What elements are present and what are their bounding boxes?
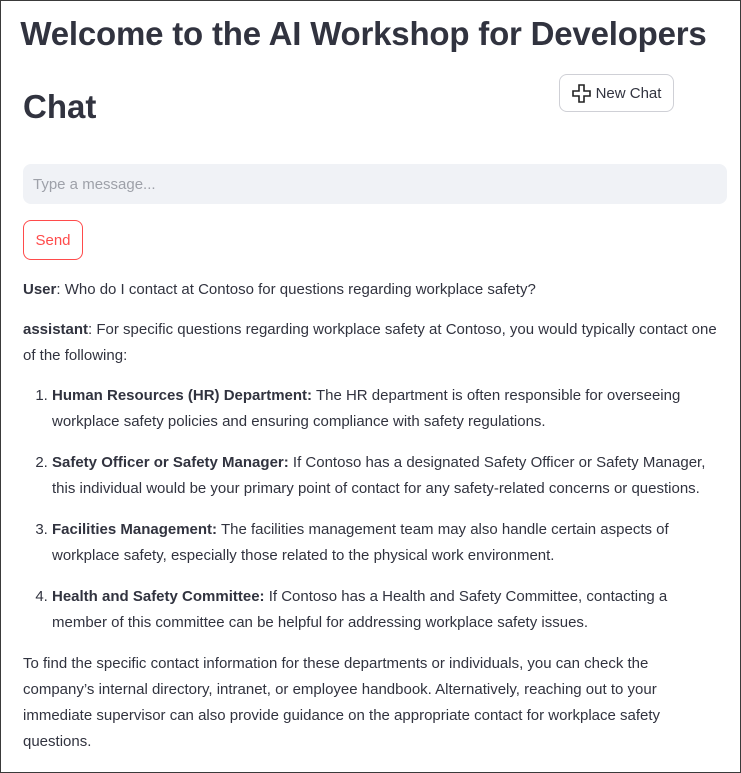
assistant-intro-text: : For specific questions regarding workp… — [23, 321, 717, 364]
user-role-label: User — [23, 281, 57, 298]
assistant-closing: To find the specific contact information… — [23, 655, 661, 750]
list-item: Human Resources (HR) Department: The HR … — [52, 383, 723, 435]
list-item-title: Safety Officer or Safety Manager: — [52, 454, 289, 471]
chat-heading: Chat — [23, 88, 97, 125]
plus-icon — [571, 83, 591, 103]
new-chat-label: New Chat — [595, 84, 662, 102]
send-button[interactable]: Send — [23, 220, 83, 260]
assistant-intro: assistant: For specific questions regard… — [23, 317, 723, 369]
list-item-title: Human Resources (HR) Department: — [52, 387, 313, 404]
list-item-title: Health and Safety Committee: — [52, 588, 265, 605]
list-item: Health and Safety Committee: If Contoso … — [52, 584, 723, 636]
message-input[interactable] — [23, 164, 727, 204]
list-item: Facilities Management: The facilities ma… — [52, 517, 723, 569]
contact-list: Human Resources (HR) Department: The HR … — [23, 383, 723, 636]
assistant-role-label: assistant — [23, 321, 89, 338]
user-message-text: : Who do I contact at Contoso for questi… — [56, 281, 536, 298]
page-title: Welcome to the AI Workshop for Developer… — [20, 15, 707, 52]
new-chat-button[interactable]: New Chat — [559, 74, 674, 112]
user-message: User: Who do I contact at Contoso for qu… — [23, 277, 723, 303]
list-item-title: Facilities Management: — [52, 521, 218, 538]
conversation: User: Who do I contact at Contoso for qu… — [23, 277, 723, 769]
list-item: Safety Officer or Safety Manager: If Con… — [52, 450, 723, 502]
